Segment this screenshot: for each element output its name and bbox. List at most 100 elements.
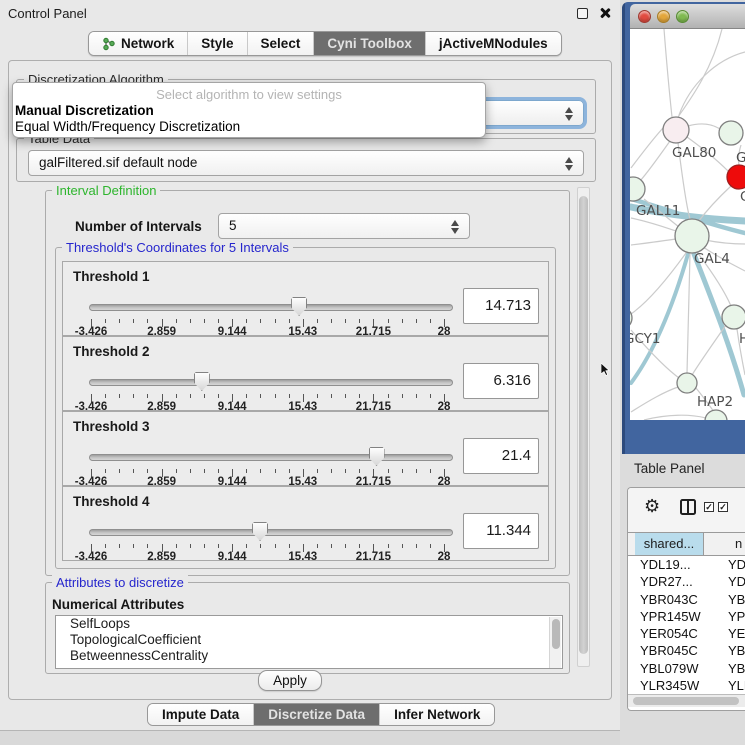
threshold-slider-thumb[interactable]	[252, 522, 268, 541]
table-row[interactable]: YBR045CYBR0	[628, 642, 745, 659]
tick-mark	[402, 319, 403, 323]
network-node-GAL4[interactable]	[675, 219, 709, 253]
stepper-icon	[565, 156, 574, 172]
checkbox-icon[interactable]: ✓	[704, 502, 714, 512]
table-toolbar: ⚙ ✓ ✓	[628, 488, 745, 532]
close-traffic-light-icon[interactable]	[638, 10, 651, 23]
zoom-traffic-light-icon[interactable]	[676, 10, 689, 23]
threshold-slider-track[interactable]	[89, 304, 453, 311]
threshold-slider-track[interactable]	[89, 379, 453, 386]
table-row[interactable]: YBL079WYBL0	[628, 660, 745, 677]
control-panel: Control Panel Network Style Select Cyni …	[0, 0, 620, 731]
threshold-slider-track[interactable]	[89, 454, 453, 461]
number-of-intervals-combobox[interactable]: 5	[218, 213, 470, 239]
float-window-icon[interactable]	[577, 8, 588, 19]
table-hscrollbar-thumb[interactable]	[633, 697, 739, 705]
tick-mark	[190, 544, 191, 548]
list-scrollbar-thumb[interactable]	[552, 619, 560, 649]
tick-mark	[289, 394, 290, 398]
tab-impute-data[interactable]: Impute Data	[148, 704, 254, 725]
tick-mark	[416, 394, 417, 398]
panel-title: Control Panel	[8, 6, 87, 21]
threshold-slider-thumb[interactable]	[194, 372, 210, 391]
network-node-C[interactable]	[727, 165, 745, 189]
settings-scrollbar[interactable]	[577, 187, 590, 667]
tab-select[interactable]: Select	[248, 32, 315, 55]
table-row[interactable]: YDL19...YDL1	[628, 556, 745, 573]
tick-mark	[275, 319, 276, 323]
network-node-H[interactable]	[722, 305, 745, 329]
cell-name: YDR2	[728, 573, 745, 590]
network-node-GA[interactable]	[719, 121, 743, 145]
network-nodes[interactable]	[630, 117, 745, 420]
tab-network[interactable]: Network	[89, 32, 188, 55]
tick-mark	[331, 319, 332, 323]
network-node-GCY1[interactable]	[630, 307, 632, 329]
apply-button[interactable]: Apply	[258, 670, 322, 691]
tick-mark	[260, 394, 261, 398]
table-row[interactable]: YER054CYER0	[628, 625, 745, 642]
tick-mark	[345, 469, 346, 473]
table-hscrollbar[interactable]	[628, 694, 745, 707]
column-header-shared-name[interactable]: shared...	[635, 533, 704, 555]
bottom-tabs: Impute Data Discretize Data Infer Networ…	[147, 703, 495, 726]
tick-mark	[359, 319, 360, 323]
gear-icon[interactable]: ⚙	[644, 496, 660, 517]
threshold-value-field[interactable]: 14.713	[463, 288, 539, 324]
threshold-label: Threshold 1	[73, 269, 150, 284]
tab-style[interactable]: Style	[188, 32, 247, 55]
network-window-titlebar[interactable]	[630, 4, 745, 29]
node-label: H	[739, 331, 745, 347]
tab-cyni-toolbox[interactable]: Cyni Toolbox	[314, 32, 426, 55]
threshold-slider-track[interactable]	[89, 529, 453, 536]
tick-mark	[176, 469, 177, 473]
threshold-value-field[interactable]: 11.344	[463, 513, 539, 549]
list-scrollbar[interactable]	[549, 617, 561, 669]
attribute-list-item[interactable]: SelfLoops	[56, 616, 562, 632]
tab-infer-network[interactable]: Infer Network	[380, 704, 494, 725]
stepper-icon	[565, 106, 574, 122]
threshold-slider-thumb[interactable]	[291, 297, 307, 316]
tick-mark	[147, 544, 148, 548]
threshold-slider-thumb[interactable]	[369, 447, 385, 466]
popup-option-equal-width[interactable]: Equal Width/Frequency Discretization	[13, 119, 485, 135]
close-icon[interactable]	[599, 7, 611, 19]
cell-shared-name: YER054C	[628, 625, 728, 642]
threshold-panel-2: Threshold 2 -3.4262.8599.14415.4321.7152…	[62, 336, 549, 411]
network-node-unlabeled[interactable]	[705, 410, 727, 420]
attribute-list-item[interactable]: BetweennessCentrality	[56, 648, 562, 664]
tick-mark	[218, 394, 219, 398]
tick-mark	[204, 319, 205, 323]
threshold-value-field[interactable]: 6.316	[463, 363, 539, 399]
tick-mark	[275, 394, 276, 398]
tab-cyni-toolbox-label: Cyni Toolbox	[327, 36, 412, 51]
tick-mark	[147, 394, 148, 398]
control-panel-tabs: Network Style Select Cyni Toolbox jActiv…	[88, 31, 562, 56]
tab-discretize-data[interactable]: Discretize Data	[254, 704, 380, 725]
minimize-traffic-light-icon[interactable]	[657, 10, 670, 23]
tab-jactivemnodules[interactable]: jActiveMNodules	[426, 32, 561, 55]
numerical-attributes-list: SelfLoopsTopologicalCoefficientBetweenne…	[55, 615, 563, 669]
threshold-value-field[interactable]: 21.4	[463, 438, 539, 474]
tick-mark	[260, 544, 261, 548]
network-node-HAP2[interactable]	[677, 373, 697, 393]
split-columns-icon[interactable]	[680, 499, 696, 515]
popup-option-manual[interactable]: Manual Discretization	[13, 103, 485, 119]
table-row[interactable]: YDR27...YDR2	[628, 573, 745, 590]
network-node-GAL80[interactable]	[663, 117, 689, 143]
tick-label: -3.426	[75, 551, 108, 563]
settings-scrollbar-thumb[interactable]	[579, 196, 588, 654]
tick-mark	[133, 469, 134, 473]
tab-infer-network-label: Infer Network	[394, 707, 480, 722]
table-row[interactable]: YLR345WYLR3	[628, 677, 745, 694]
table-data-combobox[interactable]: galFiltered.sif default node	[28, 150, 584, 176]
table-row[interactable]: YBR043CYBR0	[628, 591, 745, 608]
column-header-name[interactable]: n	[705, 533, 745, 555]
node-label: GAL11	[636, 203, 680, 219]
network-node-GAL11[interactable]	[630, 177, 645, 201]
network-canvas[interactable]: GAL80GACGAL11GAL4GCY1HHAP2	[630, 29, 745, 420]
tick-mark	[416, 319, 417, 323]
checkbox-icon[interactable]: ✓	[718, 502, 728, 512]
attribute-list-item[interactable]: TopologicalCoefficient	[56, 632, 562, 648]
table-row[interactable]: YPR145WYPR1	[628, 608, 745, 625]
